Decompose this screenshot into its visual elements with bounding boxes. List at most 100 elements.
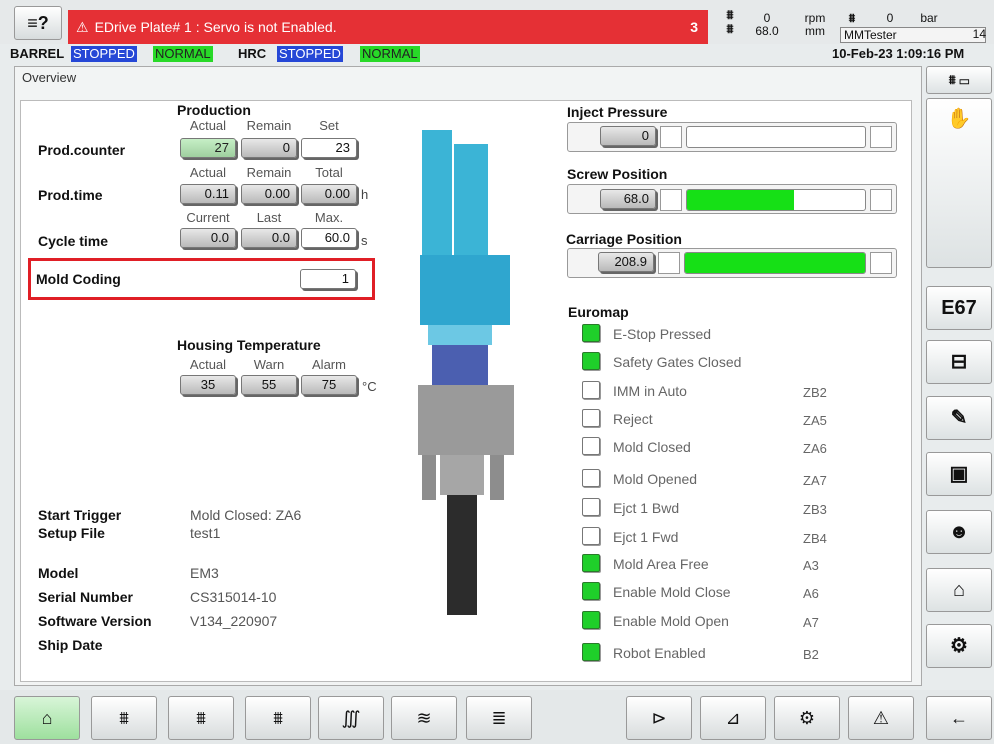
user-icon[interactable]: ☻ — [926, 510, 992, 554]
back-arrow-icon[interactable]: ← — [926, 696, 992, 740]
prod-counter-label: Prod.counter — [38, 142, 126, 158]
euromap-code: ZB3 — [803, 502, 827, 517]
prod-time-actual: 0.11 — [180, 184, 236, 204]
production-title: Production — [177, 102, 251, 118]
speed-readout: 0 68.0 — [750, 12, 784, 38]
tools-icon[interactable]: ✎ — [926, 396, 992, 440]
setup-file-value: test1 — [190, 525, 221, 541]
alarm-banner[interactable]: ⚠ EDrive Plate# 1 : Servo is not Enabled.… — [68, 10, 708, 44]
carriage-position-value: 208.9 — [598, 252, 654, 272]
carriage-position-bar — [684, 252, 866, 274]
chart-icon[interactable]: ⌂ — [926, 568, 992, 612]
col-alarm: Alarm — [312, 357, 346, 372]
injection-unit-image — [418, 130, 514, 615]
status-row: BARREL STOPPED NORMAL HRC STOPPED NORMAL… — [0, 46, 994, 62]
pressure-icon: ⩩ — [848, 11, 856, 25]
manual-panel[interactable]: ✋ — [926, 98, 992, 268]
help-menu-button[interactable]: ≡? — [14, 6, 62, 40]
euromap-indicator — [582, 498, 600, 516]
alarm-icon[interactable]: ⚠ — [848, 696, 914, 740]
col-actual: Actual — [189, 118, 227, 133]
home-icon[interactable]: ⌂ — [14, 696, 80, 740]
gauge-min-marker — [660, 126, 682, 148]
euromap-code: ZB4 — [803, 531, 827, 546]
hrc-state-badge: STOPPED — [277, 46, 343, 62]
cycle-current: 0.0 — [180, 228, 236, 248]
euromap-indicator — [582, 409, 600, 427]
euromap-code: ZA7 — [803, 473, 827, 488]
prod-time-label: Prod.time — [38, 187, 103, 203]
speed-units: rpm mm — [798, 12, 832, 38]
inject-pressure-value: 0 — [600, 126, 656, 146]
screw-icon: ⩩ ⩩ — [726, 7, 734, 36]
col-actual: Actual — [189, 165, 227, 180]
ship-date-label: Ship Date — [38, 637, 103, 653]
cycle-max[interactable]: 60.0 — [301, 228, 357, 248]
housing-temp-title: Housing Temperature — [177, 337, 321, 353]
alarm-text: EDrive Plate# 1 : Servo is not Enabled. — [94, 19, 337, 35]
euromap-code: A7 — [803, 615, 819, 630]
e67-button[interactable]: E67 — [926, 286, 992, 330]
prod-counter-set[interactable]: 23 — [301, 138, 357, 158]
model-value: EM3 — [190, 565, 219, 581]
datetime: 10-Feb-23 1:09:16 PM — [832, 46, 965, 61]
gauge-min-marker — [658, 252, 680, 274]
list-icon[interactable]: ≣ — [466, 696, 532, 740]
heating-icon[interactable]: ≋ — [391, 696, 457, 740]
mold-coding-label: Mold Coding — [36, 271, 121, 287]
euromap-label: Mold Area Free — [613, 556, 709, 572]
col-actual: Actual — [189, 357, 227, 372]
carriage-icon[interactable]: ⩩ — [245, 696, 311, 740]
heater-view-button[interactable]: ⩩ ▭ — [926, 66, 992, 94]
pressure-unit: bar — [920, 11, 938, 25]
euromap-code: ZA6 — [803, 441, 827, 456]
alarm-count: 3 — [690, 19, 698, 35]
col-remain: Remain — [246, 118, 292, 133]
graph-icon[interactable]: ⊿ — [700, 696, 766, 740]
position-value: 68.0 — [755, 24, 779, 38]
col-set: Set — [319, 118, 339, 133]
save-icon[interactable]: ▣ — [926, 452, 992, 496]
col-last: Last — [256, 210, 282, 225]
housing-actual: 35 — [180, 375, 236, 395]
euromap-indicator — [582, 437, 600, 455]
prod-time-unit: h — [361, 187, 369, 202]
user-field[interactable]: MMTester — [840, 27, 986, 43]
injection-icon[interactable]: ⩩ — [91, 696, 157, 740]
prod-time-remain: 0.00 — [241, 184, 297, 204]
euromap-indicator — [582, 352, 600, 370]
euromap-label: Enable Mold Open — [613, 613, 729, 629]
serial-number-value: CS315014-10 — [190, 589, 277, 605]
euromap-label: Reject — [613, 411, 653, 427]
screw-position-value: 68.0 — [600, 189, 656, 209]
col-max: Max. — [314, 210, 344, 225]
mold-icon[interactable]: ⊟ — [926, 340, 992, 384]
model-label: Model — [38, 565, 79, 581]
gauge-max-marker — [870, 189, 892, 211]
gauge-min-marker — [660, 189, 682, 211]
euromap-indicator — [582, 469, 600, 487]
euromap-title: Euromap — [568, 304, 629, 320]
gears-icon[interactable]: ⚙ — [774, 696, 840, 740]
user-number: 14 — [972, 27, 986, 41]
settings-tool-icon[interactable]: ⚙ — [926, 624, 992, 668]
serial-number-label: Serial Number — [38, 589, 133, 605]
euromap-indicator — [582, 554, 600, 572]
euromap-label: Safety Gates Closed — [613, 354, 742, 370]
euromap-code: A6 — [803, 586, 819, 601]
screw-icon[interactable]: ⩩ — [168, 696, 234, 740]
cycle-last: 0.0 — [241, 228, 297, 248]
mold-coding-input[interactable]: 1 — [300, 269, 356, 289]
barrel-label: BARREL — [10, 46, 65, 61]
temperature-icon[interactable]: ∭ — [318, 696, 384, 740]
euromap-code: ZB2 — [803, 385, 827, 400]
euromap-indicator — [582, 381, 600, 399]
setup-file-label: Setup File — [38, 525, 105, 541]
mold-open-icon[interactable]: ⊳ — [626, 696, 692, 740]
screw-position-bar — [686, 189, 866, 211]
housing-warn: 55 — [241, 375, 297, 395]
tab-overview[interactable]: Overview — [22, 70, 76, 85]
euromap-label: Enable Mold Close — [613, 584, 731, 600]
start-trigger-label: Start Trigger — [38, 507, 122, 523]
hrc-label: HRC — [238, 46, 267, 61]
